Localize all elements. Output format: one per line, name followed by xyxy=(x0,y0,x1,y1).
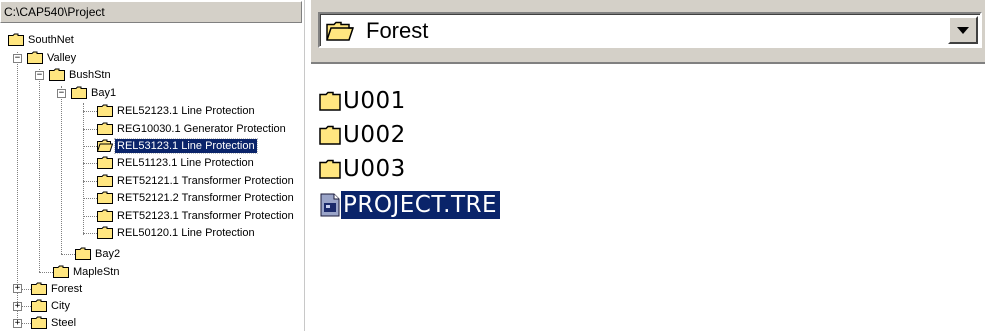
list-item-u003[interactable]: U003 xyxy=(319,154,409,184)
tree-item-city[interactable]: City xyxy=(31,297,72,314)
tree-item-label: MapleStn xyxy=(73,265,120,278)
tree-item-label: Valley xyxy=(47,51,77,64)
collapse-toggle-valley[interactable]: − xyxy=(13,54,22,63)
folder-icon xyxy=(319,159,341,179)
folder-dropdown[interactable]: Forest xyxy=(318,12,982,48)
tree-item-label: BushStn xyxy=(69,68,111,81)
tree-item-bushstn[interactable]: BushStn xyxy=(49,66,113,83)
folder-icon xyxy=(97,226,113,239)
tree-item-maplestn[interactable]: MapleStn xyxy=(53,263,121,280)
tree-panel: − − − + + + SouthNet Valley BushStn Bay1… xyxy=(0,0,305,331)
open-folder-icon xyxy=(326,21,354,41)
list-item-project-tre[interactable]: PROJECT.TRE xyxy=(319,190,501,220)
tree-line xyxy=(61,86,62,254)
expand-toggle-city[interactable]: + xyxy=(13,302,22,311)
tree-item-label: RET52123.1 Transformer Protection xyxy=(117,209,294,222)
tree-item-valley[interactable]: Valley xyxy=(27,49,78,66)
chevron-down-icon xyxy=(957,27,969,34)
tree-item-rel52123-1[interactable]: REL52123.1 Line Protection xyxy=(97,102,257,119)
folder-icon xyxy=(97,191,113,204)
folder-icon xyxy=(31,282,47,295)
file-browser-panel: Forest U001 U002 U003 PROJECT.TRE xyxy=(311,0,985,331)
folder-icon xyxy=(75,247,91,260)
folder-icon xyxy=(97,209,113,222)
file-list: U001 U002 U003 PROJECT.TRE xyxy=(311,62,985,331)
file-name: U002 xyxy=(343,122,406,148)
tree-item-label: REG10030.1 Generator Protection xyxy=(117,122,286,135)
expand-toggle-forest[interactable]: + xyxy=(13,284,22,293)
path-bar: C:\CAP540\Project xyxy=(0,1,302,23)
folder-icon xyxy=(319,91,341,111)
folder-icon xyxy=(71,86,87,99)
tree-item-label: Bay1 xyxy=(91,86,117,99)
tree-item-rel51123-1[interactable]: REL51123.1 Line Protection xyxy=(97,154,256,171)
folder-icon xyxy=(319,125,341,145)
file-name: U003 xyxy=(343,156,406,182)
tree-line xyxy=(17,52,18,293)
project-tree: − − − + + + SouthNet Valley BushStn Bay1… xyxy=(0,0,304,331)
folder-icon xyxy=(27,51,43,64)
tree-item-label: REL50120.1 Line Protection xyxy=(117,226,255,239)
tree-line xyxy=(39,69,40,272)
dropdown-button[interactable] xyxy=(948,16,978,44)
folder-icon xyxy=(8,33,24,46)
combo-area: Forest xyxy=(311,0,985,62)
tree-item-rel50120-1[interactable]: REL50120.1 Line Protection xyxy=(97,224,257,241)
tree-item-label: REL51123.1 Line Protection xyxy=(117,156,254,169)
folder-icon xyxy=(53,265,69,278)
list-item-u002[interactable]: U002 xyxy=(319,120,409,150)
tree-item-steel[interactable]: Steel xyxy=(31,314,78,331)
tree-item-label: RET52121.1 Transformer Protection xyxy=(117,174,294,187)
tree-item-label: REL53123.1 Line Protection xyxy=(114,137,258,154)
folder-icon xyxy=(97,104,113,117)
folder-icon xyxy=(97,174,113,187)
tre-file-icon xyxy=(320,193,340,217)
tree-item-bay2[interactable]: Bay2 xyxy=(75,245,122,262)
tree-item-ret52121-1[interactable]: RET52121.1 Transformer Protection xyxy=(97,172,296,189)
dropdown-value: Forest xyxy=(366,18,429,43)
folder-icon xyxy=(49,68,65,81)
list-item-u001[interactable]: U001 xyxy=(319,86,409,116)
tree-item-reg10030-1[interactable]: REG10030.1 Generator Protection xyxy=(97,120,288,137)
tree-item-label: Steel xyxy=(51,316,77,329)
folder-icon xyxy=(97,156,113,169)
tree-item-label: City xyxy=(51,299,70,312)
tree-item-label: Bay2 xyxy=(95,247,121,260)
tree-item-label: Forest xyxy=(51,282,83,295)
tree-item-ret52123-1[interactable]: RET52123.1 Transformer Protection xyxy=(97,207,296,224)
open-folder-icon xyxy=(97,139,113,152)
tree-item-ret52121-2[interactable]: RET52121.2 Transformer Protection xyxy=(97,189,296,206)
tree-item-rel53123-1[interactable]: REL53123.1 Line Protection xyxy=(97,137,258,154)
file-name: U001 xyxy=(343,88,406,114)
expand-toggle-steel[interactable]: + xyxy=(13,319,22,328)
tree-item-southnet[interactable]: SouthNet xyxy=(8,31,76,48)
tree-item-label: SouthNet xyxy=(28,33,74,46)
collapse-toggle-bushstn[interactable]: − xyxy=(35,71,44,80)
tree-item-label: REL52123.1 Line Protection xyxy=(117,104,255,117)
tree-item-bay1[interactable]: Bay1 xyxy=(71,84,118,101)
file-name: PROJECT.TRE xyxy=(341,191,501,219)
tree-item-forest[interactable]: Forest xyxy=(31,280,84,297)
tree-item-label: RET52121.2 Transformer Protection xyxy=(117,191,294,204)
collapse-toggle-bay1[interactable]: − xyxy=(57,89,66,98)
folder-icon xyxy=(97,122,113,135)
folder-icon xyxy=(31,316,47,329)
folder-icon xyxy=(31,299,47,312)
